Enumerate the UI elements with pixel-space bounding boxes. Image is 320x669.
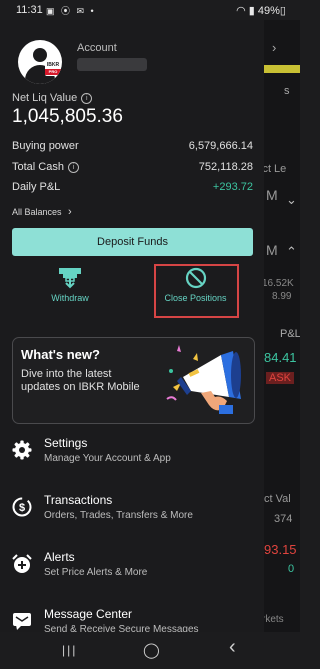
menu-title: Transactions (44, 493, 113, 507)
status-battery-wifi: ◠ ▮ 49%▯ (236, 5, 286, 17)
gear-icon (12, 440, 32, 460)
bg-chevron: ⌃ (286, 244, 297, 259)
net-liq-value: 1,045,805.36 (12, 106, 123, 127)
whats-new-title: What's new? (21, 347, 100, 362)
bg-text: 93.15 (264, 542, 297, 557)
home-button[interactable]: ◯ (143, 641, 160, 659)
menu-subtitle: Manage Your Account & App (44, 453, 171, 464)
account-label: Account (77, 42, 117, 54)
status-notification-icons: ▣ ⦿ ✉ • (46, 6, 96, 16)
account-id-redacted (77, 58, 147, 71)
metric-label: Daily P&L (12, 181, 61, 193)
bg-chevron: › (272, 40, 277, 55)
menu-subtitle: Send & Receive Secure Messages (44, 624, 199, 632)
metric-label: Total Cash (12, 161, 64, 173)
chevron-right-icon: › (68, 206, 72, 218)
bg-text: ct Val (264, 493, 291, 505)
info-icon[interactable]: i (67, 161, 79, 173)
bg-text: M (266, 187, 278, 203)
metric-row-daily-pnl: Daily P&L +293.72 (12, 181, 253, 193)
metric-row-buying-power: Buying power 6,579,666.14 (12, 140, 253, 152)
ibkr-pro-logo: IBKR PRO (45, 62, 61, 76)
dollar-clock-icon: $ (12, 497, 32, 517)
bg-text: ict Le (264, 163, 287, 175)
bg-text: 16.52K (264, 278, 294, 289)
info-icon[interactable]: i (81, 92, 93, 104)
metric-value: 752,118.28 (198, 161, 253, 173)
status-bar: 11:31 ▣ ⦿ ✉ • ◠ ▮ 49%▯ (0, 0, 300, 20)
alarm-icon (12, 554, 32, 573)
yellow-strip (264, 65, 300, 73)
menu-title: Message Center (44, 607, 133, 621)
back-button[interactable]: ‹ (229, 636, 236, 659)
whats-new-body: Dive into the latest updates on IBKR Mob… (21, 368, 140, 393)
highlight-box (154, 264, 239, 318)
menu-title: Settings (44, 436, 88, 450)
bg-text: 8.99 (272, 291, 292, 302)
menu-subtitle: Orders, Trades, Transfers & More (44, 510, 193, 521)
net-liq-label: Net Liq Value i (12, 92, 93, 104)
menu-item-alerts[interactable]: Alerts Set Price Alerts & More (12, 550, 257, 590)
all-balances-link[interactable]: All Balances › (12, 206, 72, 218)
recents-button[interactable]: ||| (62, 643, 77, 657)
message-icon (13, 613, 31, 630)
megaphone-icon (166, 345, 241, 414)
menu-subtitle: Set Price Alerts & More (44, 567, 148, 578)
deposit-funds-button[interactable]: Deposit Funds (12, 228, 253, 256)
bg-text: 374 (274, 513, 293, 525)
metric-label: Buying power (12, 140, 79, 152)
withdraw-icon (59, 268, 81, 289)
avatar[interactable]: IBKR PRO (18, 40, 62, 84)
bg-text: M (266, 242, 278, 258)
withdraw-button[interactable]: Withdraw (40, 267, 100, 303)
status-time: 11:31 (16, 4, 43, 16)
whats-new-card[interactable]: What's new? Dive into the latest updates… (12, 337, 255, 424)
menu-item-settings[interactable]: Settings Manage Your Account & App (12, 436, 257, 476)
metric-value: +293.72 (212, 181, 253, 193)
bg-text: 0 (288, 563, 295, 575)
background-screen: › s ict Le M ⌄ M ⌃ 16.52K 8.99 P&L 84.41… (264, 20, 300, 632)
metric-row-total-cash: Total Cash i 752,118.28 (12, 161, 253, 173)
metric-value: 6,579,666.14 (188, 140, 253, 152)
bg-text: ASK (266, 372, 295, 384)
menu-item-transactions[interactable]: $ Transactions Orders, Trades, Transfers… (12, 493, 257, 533)
bg-text: 84.41 (264, 350, 297, 365)
bg-text: P&L (280, 328, 300, 340)
bg-chevron: ⌄ (286, 192, 297, 207)
bg-text: s (284, 85, 290, 97)
svg-text:$: $ (19, 502, 25, 514)
account-drawer: IBKR PRO Account Net Liq Value i 1,045,80… (0, 20, 264, 632)
android-nav-bar: ||| ◯ ‹ (0, 632, 300, 669)
menu-title: Alerts (44, 550, 75, 564)
menu-item-message-center[interactable]: Message Center Send & Receive Secure Mes… (12, 607, 257, 632)
bg-text: rkets (264, 614, 284, 625)
